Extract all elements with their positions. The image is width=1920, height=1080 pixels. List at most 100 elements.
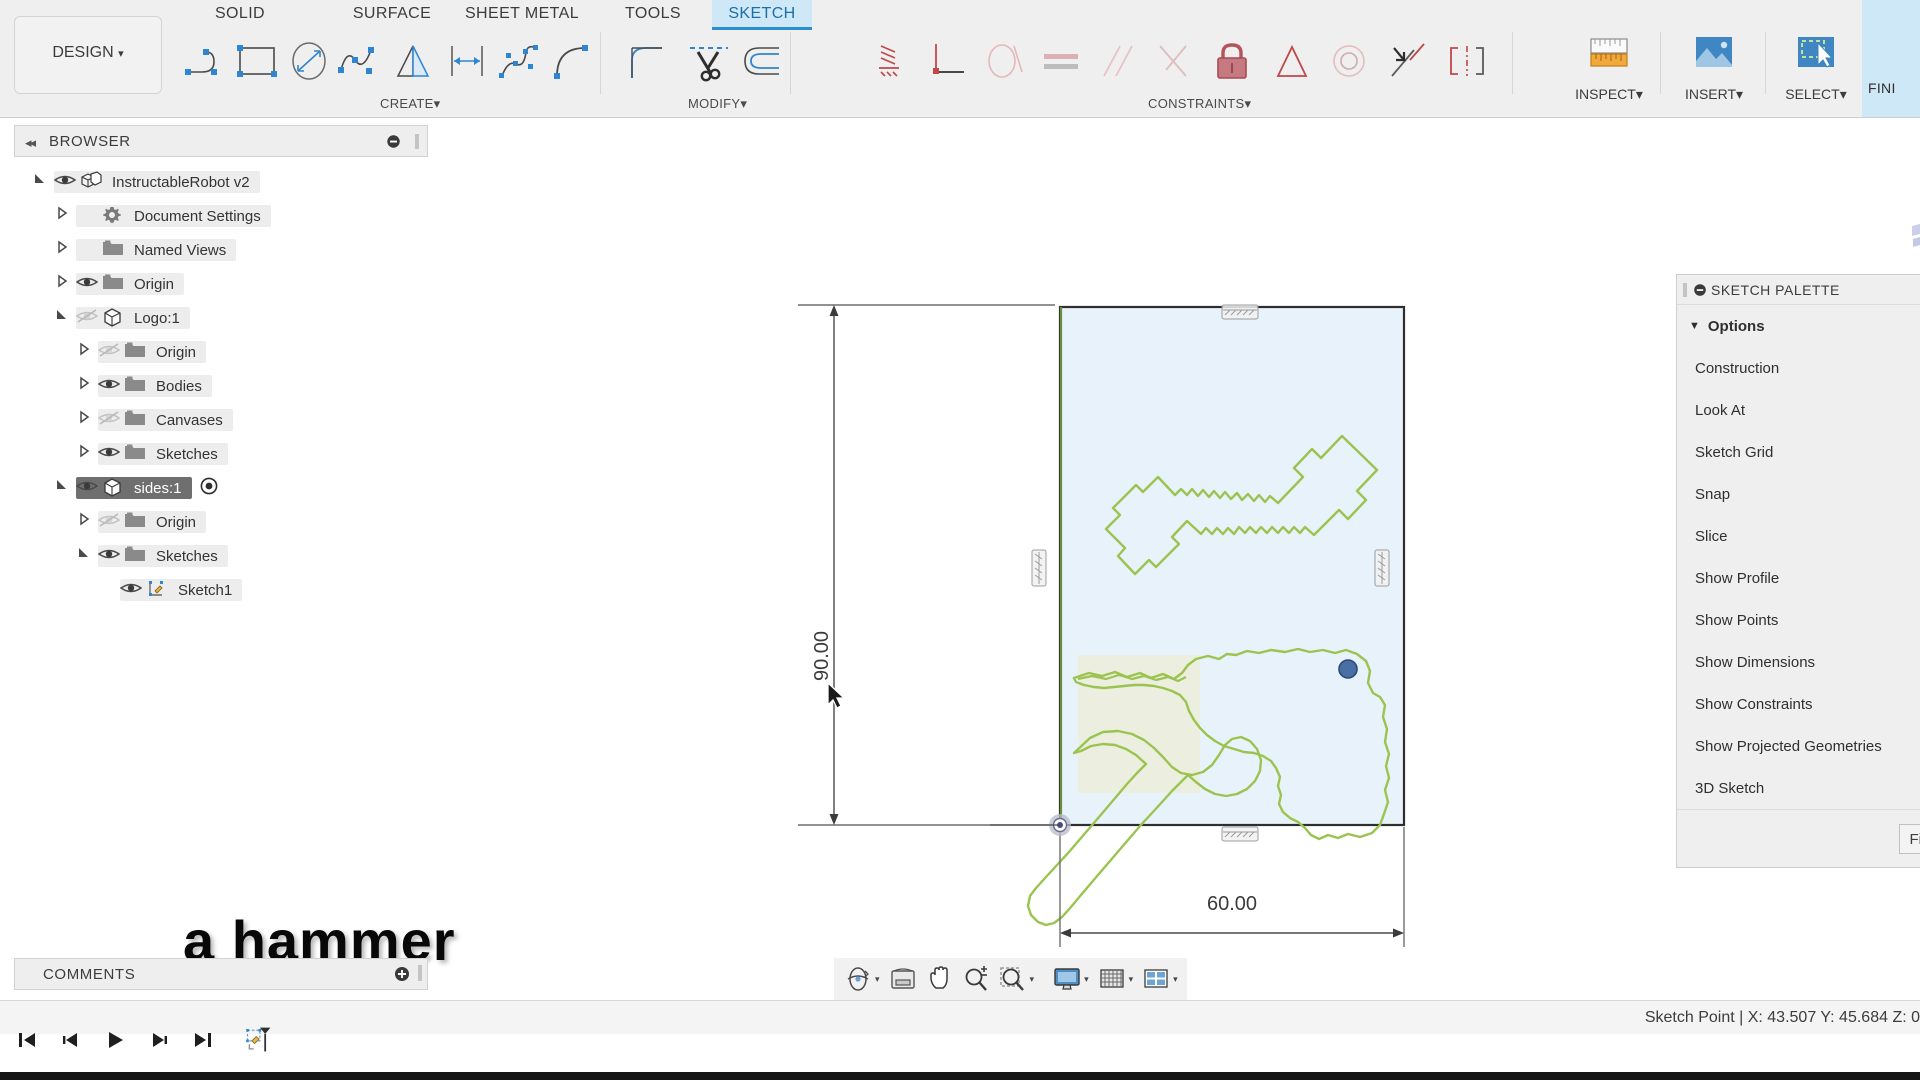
minimize-icon[interactable] — [386, 134, 401, 149]
zoom-icon[interactable] — [959, 960, 993, 998]
zoom-window-icon[interactable]: ▾ — [995, 960, 1038, 998]
palette-options-section[interactable]: ▼ Options — [1677, 305, 1920, 347]
palette-option-show-projected-geometries[interactable]: Show Projected Geometries — [1677, 725, 1920, 767]
palette-option-sketch-grid[interactable]: Sketch Grid — [1677, 431, 1920, 473]
display-settings-icon[interactable]: ▾ — [1049, 960, 1092, 998]
browser-item-sketches[interactable]: Sketches — [14, 539, 428, 573]
eye-visible-icon[interactable] — [76, 274, 102, 294]
viewcube-icon[interactable] — [1900, 222, 1920, 256]
sketch-canvas[interactable]: 90.00 — [430, 125, 1670, 955]
twisty-closed-icon[interactable] — [76, 341, 98, 363]
orbit-icon[interactable]: ▾ — [840, 960, 883, 998]
twisty-closed-icon[interactable] — [54, 205, 76, 227]
palette-option-slice[interactable]: Slice — [1677, 515, 1920, 557]
browser-item-logo-1[interactable]: Logo:1 — [14, 301, 428, 335]
offset-icon[interactable] — [735, 38, 789, 84]
tab-solid[interactable]: SOLID — [185, 0, 295, 30]
active-component-icon[interactable] — [200, 477, 222, 499]
inspect-button[interactable]: INSPECT▾ — [1565, 30, 1653, 114]
timeline-go-to-end-icon[interactable] — [188, 1025, 218, 1055]
browser-item-named-views[interactable]: Named Views — [14, 233, 428, 267]
palette-option-show-dimensions[interactable]: Show Dimensions — [1677, 641, 1920, 683]
modify-group-label[interactable]: MODIFY▾ — [688, 96, 747, 114]
tab-sheet-metal[interactable]: SHEET METAL — [432, 0, 612, 30]
eye-hidden-icon[interactable] — [98, 342, 124, 362]
rectangle-icon[interactable] — [230, 38, 284, 84]
browser-item-origin[interactable]: Origin — [14, 267, 428, 301]
browser-item-origin[interactable]: Origin — [14, 335, 428, 369]
palette-finish-button[interactable]: Fi — [1899, 824, 1920, 854]
twisty-closed-icon[interactable] — [76, 443, 98, 465]
panel-grip-icon[interactable] — [418, 965, 422, 981]
workspace-switcher-button[interactable]: DESIGN ▾ — [14, 16, 162, 94]
eye-visible-icon[interactable] — [54, 172, 80, 192]
tab-sketch[interactable]: SKETCH — [712, 0, 812, 30]
browser-item-sides-1[interactable]: sides:1 — [14, 471, 428, 505]
eye-visible-icon[interactable] — [98, 376, 124, 396]
palette-option-snap[interactable]: Snap — [1677, 473, 1920, 515]
timeline-go-to-beginning-icon[interactable] — [12, 1025, 42, 1055]
palette-option-look-at[interactable]: Look At — [1677, 389, 1920, 431]
browser-item-bodies[interactable]: Bodies — [14, 369, 428, 403]
browser-item-canvases[interactable]: Canvases — [14, 403, 428, 437]
concentric-constraint-icon[interactable] — [1322, 38, 1376, 84]
linear-dimension-icon[interactable] — [440, 38, 494, 84]
twisty-closed-icon[interactable] — [76, 511, 98, 533]
eye-visible-icon[interactable] — [76, 478, 102, 498]
symmetry-constraint-icon[interactable] — [1440, 38, 1494, 84]
eye-visible-icon[interactable] — [98, 444, 124, 464]
horizontal-vertical-constraint-icon[interactable] — [865, 38, 919, 84]
palette-option-show-points[interactable]: Show Points — [1677, 599, 1920, 641]
eye-hidden-icon[interactable] — [76, 308, 102, 328]
browser-item-sketch1[interactable]: Sketch1 — [14, 573, 428, 607]
palette-option-3d-sketch[interactable]: 3D Sketch — [1677, 767, 1920, 809]
twisty-closed-icon[interactable] — [54, 273, 76, 295]
tangent-constraint-icon[interactable] — [978, 38, 1032, 84]
timeline-play-icon[interactable] — [100, 1025, 130, 1055]
twisty-closed-icon[interactable] — [76, 375, 98, 397]
panel-grip-icon[interactable] — [415, 134, 419, 149]
browser-item-sketches[interactable]: Sketches — [14, 437, 428, 471]
midpoint-constraint-icon[interactable] — [1265, 38, 1319, 84]
palette-option-construction[interactable]: Construction — [1677, 347, 1920, 389]
palette-option-show-profile[interactable]: Show Profile — [1677, 557, 1920, 599]
tab-tools[interactable]: TOOLS — [598, 0, 708, 30]
create-group-label[interactable]: CREATE▾ — [380, 96, 440, 114]
minimize-icon[interactable] — [1693, 283, 1707, 297]
eye-hidden-icon[interactable] — [98, 512, 124, 532]
browser-item-origin[interactable]: Origin — [14, 505, 428, 539]
add-comment-icon[interactable] — [394, 966, 410, 982]
browser-item-instructablerobot-v2[interactable]: InstructableRobot v2 — [14, 165, 428, 199]
timeline-step-forward-icon[interactable] — [144, 1025, 174, 1055]
fit-point-spline-icon[interactable] — [492, 38, 546, 84]
mirror-icon[interactable] — [386, 38, 440, 84]
collapse-panel-icon[interactable]: ◂◂ — [25, 135, 34, 151]
trim-icon[interactable] — [682, 38, 736, 84]
line-icon[interactable] — [180, 38, 234, 84]
twisty-closed-icon[interactable] — [54, 239, 76, 261]
finish-sketch-button[interactable]: FINI — [1862, 0, 1920, 117]
browser-item-document-settings[interactable]: Document Settings — [14, 199, 428, 233]
eye-visible-icon[interactable] — [98, 546, 124, 566]
constraints-group-label[interactable]: CONSTRAINTS▾ — [1148, 96, 1251, 114]
circle-icon[interactable] — [282, 38, 336, 84]
palette-option-show-constraints[interactable]: Show Constraints — [1677, 683, 1920, 725]
perpendicular-constraint-icon[interactable] — [920, 38, 974, 84]
twisty-open-icon[interactable] — [54, 307, 76, 329]
select-button[interactable]: SELECT▾ — [1772, 30, 1860, 114]
insert-button[interactable]: INSERT▾ — [1670, 30, 1758, 114]
timeline-sketch1-feature-icon[interactable] — [244, 1025, 274, 1055]
twisty-closed-icon[interactable] — [76, 409, 98, 431]
panel-grip-icon[interactable] — [1683, 283, 1687, 297]
collinear-constraint-icon[interactable] — [1380, 38, 1434, 84]
look-at-icon[interactable] — [885, 960, 921, 998]
spline-icon[interactable] — [333, 38, 387, 84]
twisty-open-icon[interactable] — [54, 477, 76, 499]
fillet-icon[interactable] — [620, 38, 674, 84]
coincident-constraint-icon[interactable] — [1148, 38, 1202, 84]
eye-visible-icon[interactable] — [120, 580, 146, 600]
viewports-icon[interactable]: ▾ — [1138, 960, 1181, 998]
twisty-open-icon[interactable] — [76, 545, 98, 567]
timeline-step-back-icon[interactable] — [56, 1025, 86, 1055]
fix-unfix-constraint-icon[interactable] — [1205, 38, 1259, 84]
